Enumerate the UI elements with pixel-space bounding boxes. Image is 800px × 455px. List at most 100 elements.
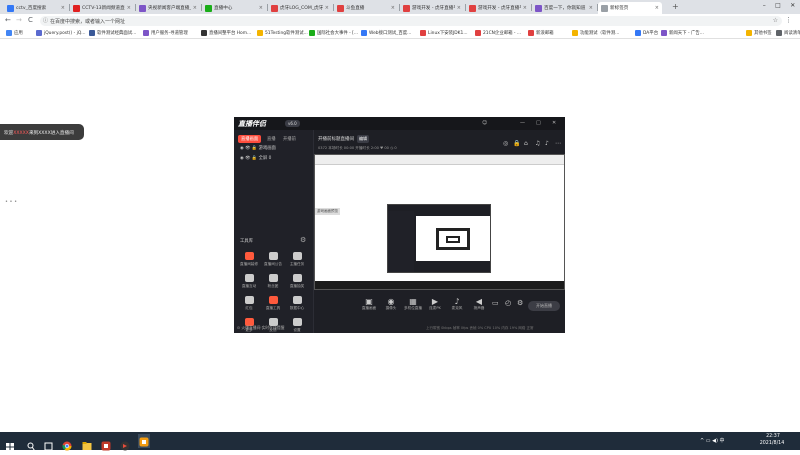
room-title[interactable]: 开播前标题直播间 (318, 136, 354, 142)
home-icon[interactable]: ⌂ (524, 140, 528, 147)
timer-icon[interactable]: ◴ (505, 299, 511, 307)
app-taskbar-icon-2[interactable] (120, 436, 130, 451)
back-button[interactable]: ← (5, 17, 11, 24)
browser-tab[interactable]: 央视新闻客户端直播_央视× (136, 2, 200, 14)
control-button[interactable]: ◉ 摄像头 (380, 297, 402, 311)
user-avatar-icon[interactable]: ☺ (482, 120, 487, 126)
bookmark-item[interactable]: 阅读清单 (776, 29, 800, 37)
control-button[interactable]: ♪ 麦克风 (446, 297, 468, 311)
tab-close-icon[interactable]: × (589, 5, 593, 11)
source-item-game[interactable]: ◉ 👁 🔒 游戏画面 (240, 145, 276, 151)
tab-close-icon[interactable]: × (523, 5, 527, 11)
bookmark-item[interactable]: 直播间整平台 Hom... (201, 29, 251, 37)
browser-tab[interactable]: 游戏开发 - 虎牙直播平台× (466, 2, 530, 14)
clock-time[interactable]: 22:37 (758, 434, 788, 439)
control-button[interactable]: ◀ 扬声器 (468, 297, 490, 311)
file-explorer-icon[interactable] (82, 436, 92, 450)
tab-live[interactable]: 直播 (264, 135, 279, 143)
tool-button[interactable]: 主播任务 (286, 252, 308, 270)
target-icon[interactable]: ◎ (503, 140, 508, 147)
bookmark-item[interactable]: 用户服务-寻道管理 (143, 29, 188, 37)
tool-button[interactable]: 红包 (238, 296, 260, 314)
bookmark-item[interactable]: 国际社会大事件 - [... (309, 29, 358, 37)
chrome-taskbar-icon[interactable] (62, 436, 72, 451)
app-minimize-button[interactable]: — (520, 120, 525, 126)
tab-close-icon[interactable]: × (391, 5, 395, 11)
app-taskbar-icon-1[interactable] (101, 436, 111, 451)
search-icon[interactable] (27, 436, 35, 451)
tool-button[interactable]: 直播抽奖 (286, 274, 308, 292)
tab-live-scene[interactable]: 直播画面 (238, 135, 262, 143)
control-button[interactable]: ▣ 直播画面 (358, 297, 380, 311)
more-icon[interactable]: ⋯ (555, 140, 561, 147)
tool-button[interactable]: 设置 (286, 318, 308, 333)
forward-button[interactable]: → (16, 17, 22, 24)
bookmark-item[interactable]: 其他书签 (746, 29, 772, 37)
tools-settings-icon[interactable]: ⚙ (300, 236, 306, 244)
music-icon[interactable]: ♫ (535, 140, 540, 147)
app-maximize-button[interactable]: □ (536, 120, 541, 126)
system-tray-icons[interactable]: ^ ▭ ◀) 中 (700, 437, 724, 444)
app-close-button[interactable]: ✕ (552, 120, 556, 126)
app-version-badge[interactable]: v6.0 (285, 120, 300, 127)
bookmark-item[interactable]: 功能测试（软件测... (572, 29, 619, 37)
bookmark-item[interactable]: 51Testing软件测试... (257, 29, 308, 37)
bookmark-item[interactable]: Linux下安装JDK1... (420, 29, 468, 37)
bookmark-item[interactable]: 21CN企业邮箱 - ... (475, 29, 521, 37)
bookmark-item[interactable]: DA平台 (635, 29, 658, 37)
tool-button[interactable]: 数据中心 (286, 296, 308, 314)
live-companion-taskbar-icon[interactable] (138, 434, 150, 448)
bookmark-item[interactable]: jQuery.post() - jQ... (36, 29, 85, 37)
bookmark-item[interactable]: Web接口测试_百度... (361, 29, 411, 37)
tab-close-icon[interactable]: × (325, 5, 329, 11)
browser-tab[interactable]: CCTV-13新闻频道直播 × (70, 2, 134, 14)
tab-close-icon[interactable]: × (127, 5, 131, 11)
control-button[interactable]: ▶ 连麦PK (424, 297, 446, 311)
tab-close-icon[interactable]: × (193, 5, 197, 11)
reload-button[interactable]: C (28, 17, 33, 24)
tab-close-icon[interactable]: × (61, 5, 65, 11)
source-item-fullscreen[interactable]: ◉ 👁 🔒 全屏 0 (240, 155, 271, 161)
tab-close-icon[interactable]: × (259, 5, 263, 11)
live-preview[interactable]: 游戏画面预览 (314, 154, 565, 290)
bookmark-item[interactable]: 新浪邮箱 (528, 29, 554, 37)
tool-button[interactable]: 直播互动 (238, 274, 260, 292)
windows-start-icon[interactable] (6, 436, 14, 451)
browser-tab[interactable]: 游戏开发 - 虎牙直播平台× (400, 2, 464, 14)
lock-icon[interactable]: 🔒 (513, 140, 520, 147)
task-view-icon[interactable] (44, 436, 53, 451)
window-close-button[interactable]: ✕ (790, 2, 795, 12)
clock-date[interactable]: 2021/8/14 (755, 441, 789, 446)
browser-tab[interactable]: 斗鱼直播 × (334, 2, 398, 14)
window-maximize-button[interactable]: □ (775, 2, 781, 12)
bookmark-label: 软件测试经典面试... (97, 31, 137, 36)
bookmark-item[interactable]: 应用 (6, 29, 23, 37)
browser-tab[interactable]: 虎牙LOG_COM_虎牙直播× (268, 2, 332, 14)
new-tab-button[interactable]: + (672, 2, 679, 11)
window-minimize-button[interactable]: – (763, 2, 766, 12)
tool-button[interactable]: 粉丝团 (262, 274, 284, 292)
control-button[interactable]: ▦ 多机位直播 (402, 297, 424, 311)
sound-icon[interactable]: ♪ (545, 140, 549, 147)
tool-button[interactable]: 直播间公告 (262, 252, 284, 270)
room-edit-badge[interactable]: 编辑 (357, 135, 369, 143)
tool-label: 直播间装修 (240, 262, 258, 266)
chrome-menu-button[interactable]: ⋮ (785, 17, 792, 24)
bookmark-item[interactable]: 软件测试经典面试... (89, 29, 136, 37)
address-bar[interactable]: ⓘ 在百度中搜索，或者输入一个网址 ☆ (40, 16, 782, 26)
bookmark-item[interactable]: 新闻天下 - 广告... (661, 29, 704, 37)
settings-icon[interactable]: ⚙ (517, 299, 523, 307)
bookmark-favicon-icon (572, 30, 578, 36)
tab-close-icon[interactable]: × (457, 5, 461, 11)
browser-tab[interactable]: cctv_百度搜索 × (4, 2, 68, 14)
start-live-button[interactable]: 开始直播 (528, 301, 560, 311)
browser-tab[interactable]: 直播中心 × (202, 2, 266, 14)
browser-tab[interactable]: 百度一下，你就知道 × (532, 2, 596, 14)
tab-close-icon[interactable]: × (655, 5, 659, 11)
tool-button[interactable]: 直播工具 (262, 296, 284, 314)
tab-pre-live[interactable]: 开播前 (280, 135, 299, 143)
browser-tab[interactable]: 新标签页 × (598, 2, 662, 14)
screen-icon[interactable]: ▭ (492, 299, 499, 307)
bookmark-star-icon[interactable]: ☆ (773, 17, 778, 24)
tool-button[interactable]: 直播间装修 (238, 252, 260, 270)
